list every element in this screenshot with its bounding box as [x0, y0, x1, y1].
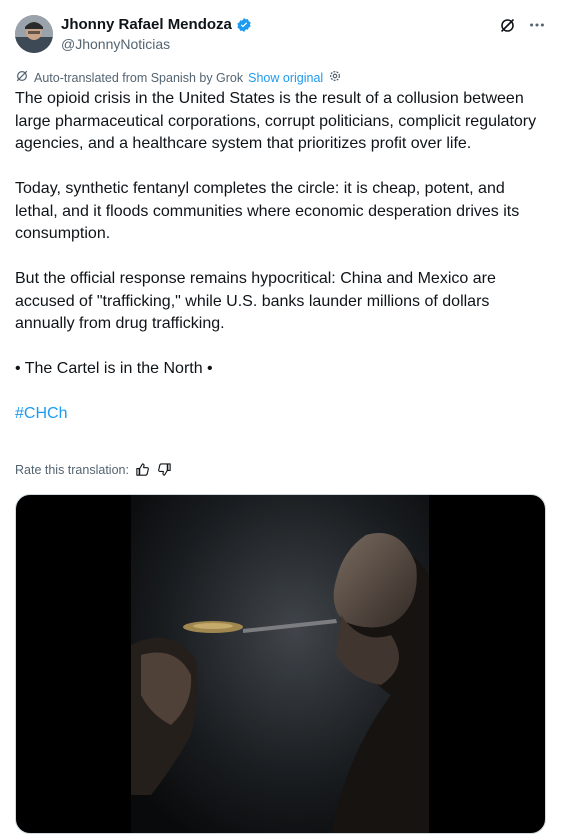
post-paragraph-2: Today, synthetic fentanyl completes the …: [15, 180, 520, 242]
video-media[interactable]: [15, 494, 546, 834]
author-handle[interactable]: @JhonnyNoticias: [61, 35, 170, 53]
post-paragraph-4: • The Cartel is in the North •: [15, 360, 213, 377]
thumbs-up-icon[interactable]: [135, 462, 151, 478]
settings-icon[interactable]: [328, 69, 342, 86]
avatar[interactable]: [15, 15, 53, 53]
author-name-row[interactable]: Jhonny Rafael Mendoza: [61, 15, 252, 34]
show-original-link[interactable]: Show original: [248, 71, 323, 85]
rate-label: Rate this translation:: [15, 463, 129, 477]
verified-badge-icon: [236, 17, 252, 33]
rate-translation: Rate this translation:: [15, 462, 173, 478]
author-name[interactable]: Jhonny Rafael Mendoza: [61, 15, 232, 34]
post-paragraph-3: But the official response remains hypocr…: [15, 270, 496, 332]
more-icon[interactable]: [528, 16, 546, 34]
post-text: The opioid crisis in the United States i…: [15, 88, 551, 448]
translation-label: Auto-translated from Spanish by Grok: [34, 70, 244, 85]
hashtag-link[interactable]: #CHCh: [15, 405, 67, 422]
video-frame: [131, 495, 429, 833]
translation-notice: Auto-translated from Spanish by Grok Sho…: [15, 69, 342, 86]
thumbs-down-icon[interactable]: [157, 462, 173, 478]
post-paragraph-1: The opioid crisis in the United States i…: [15, 90, 537, 152]
translate-icon: [15, 69, 29, 86]
grok-icon[interactable]: [498, 16, 516, 34]
